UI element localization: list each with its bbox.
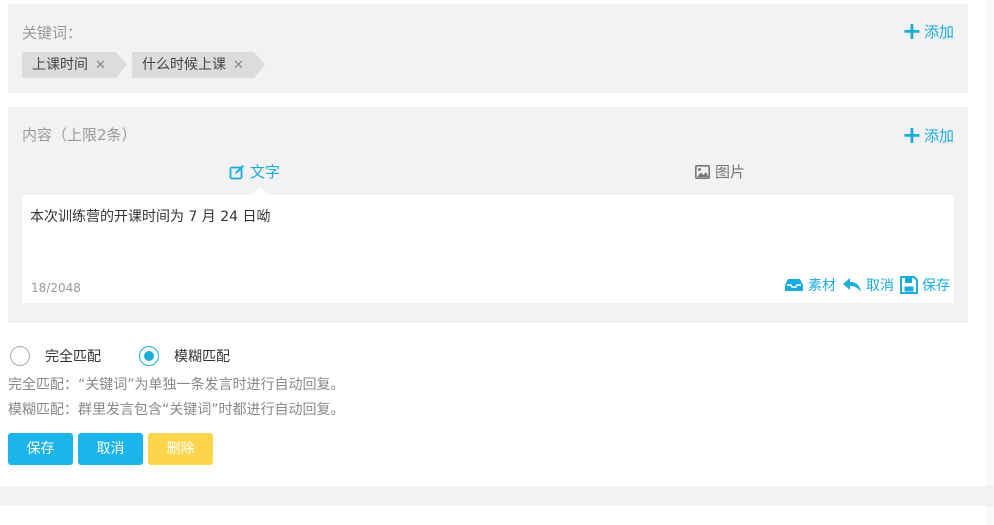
active-tab-caret bbox=[252, 187, 268, 195]
exact-match-label[interactable]: 完全匹配 bbox=[45, 346, 101, 366]
floppy-disk-icon bbox=[900, 276, 918, 294]
keyword-tag: 什么时候上课 ✕ bbox=[132, 52, 265, 78]
match-mode-group: 完全匹配 模糊匹配 bbox=[10, 346, 268, 366]
tab-image[interactable]: 图片 bbox=[695, 161, 745, 182]
add-content-button[interactable]: + 添加 bbox=[901, 120, 954, 149]
remove-tag-icon[interactable]: ✕ bbox=[233, 58, 244, 73]
edit-icon bbox=[229, 164, 244, 179]
fuzzy-match-radio[interactable] bbox=[139, 346, 159, 366]
keyword-tag-label: 什么时候上课 bbox=[142, 57, 226, 73]
content-label: 内容（上限2条） bbox=[22, 126, 137, 144]
editor-actions: 素材 取消 保存 bbox=[778, 275, 950, 295]
tab-image-label: 图片 bbox=[715, 163, 746, 181]
fuzzy-match-label[interactable]: 模糊匹配 bbox=[174, 346, 230, 366]
keywords-panel: 关键词： + 添加 上课时间 ✕ 什么时候上课 ✕ bbox=[8, 4, 968, 93]
reply-text[interactable]: 本次训练营的开课时间为 7 月 24 日呦 bbox=[30, 206, 271, 226]
fuzzy-match-description: 模糊匹配：群里发言包含“关键词”时都进行自动回复。 bbox=[8, 402, 345, 418]
reply-editor[interactable]: 本次训练营的开课时间为 7 月 24 日呦 18/2048 素材 取消 保存 bbox=[22, 187, 954, 303]
editor-cancel-button[interactable]: 取消 bbox=[842, 275, 894, 295]
keyword-tag-label: 上课时间 bbox=[32, 57, 88, 73]
exact-match-radio[interactable] bbox=[10, 346, 30, 366]
editor-cancel-label: 取消 bbox=[866, 278, 894, 294]
material-button[interactable]: 素材 bbox=[784, 275, 836, 295]
inbox-icon bbox=[785, 279, 803, 291]
editor-save-button[interactable]: 保存 bbox=[900, 275, 950, 295]
delete-button[interactable]: 删除 bbox=[148, 433, 213, 465]
image-icon bbox=[695, 164, 710, 179]
exact-match-description: 完全匹配：“关键词”为单独一条发言时进行自动回复。 bbox=[8, 377, 345, 393]
save-button[interactable]: 保存 bbox=[8, 433, 73, 465]
tab-text-label: 文字 bbox=[250, 163, 281, 181]
add-keyword-button[interactable]: + 添加 bbox=[901, 16, 954, 45]
plus-icon: + bbox=[901, 120, 922, 149]
add-content-label: 添加 bbox=[923, 127, 954, 145]
material-label: 素材 bbox=[808, 278, 836, 294]
tab-text[interactable]: 文字 bbox=[229, 161, 280, 182]
cancel-button[interactable]: 取消 bbox=[78, 433, 143, 465]
add-keyword-label: 添加 bbox=[923, 23, 954, 41]
undo-icon bbox=[843, 278, 861, 292]
content-panel: 内容（上限2条） + 添加 文字 图片 本次训练营的开课时间为 7 月 24 日… bbox=[8, 107, 968, 323]
remove-tag-icon[interactable]: ✕ bbox=[95, 58, 106, 73]
section-divider bbox=[0, 486, 994, 506]
plus-icon: + bbox=[901, 16, 922, 45]
keyword-tag: 上课时间 ✕ bbox=[22, 52, 127, 78]
char-counter: 18/2048 bbox=[31, 281, 81, 295]
keywords-label: 关键词： bbox=[22, 24, 83, 42]
editor-save-label: 保存 bbox=[922, 278, 950, 294]
page-edge bbox=[986, 0, 994, 525]
